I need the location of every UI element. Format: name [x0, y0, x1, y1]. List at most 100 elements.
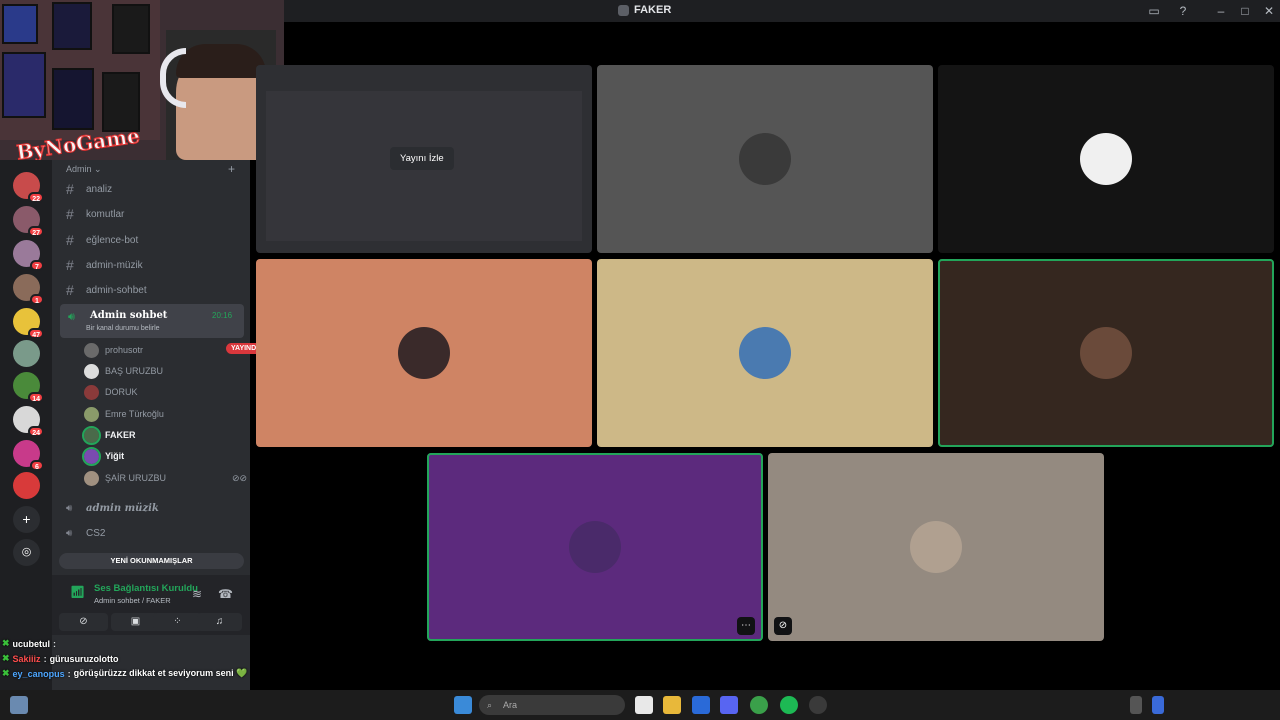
discover-icon[interactable]: ◎	[13, 539, 40, 566]
participant-tile[interactable]	[597, 259, 933, 447]
add-server-icon[interactable]: +	[13, 506, 40, 533]
stream-tile[interactable]: Yayını İzle	[256, 65, 592, 253]
help-icon[interactable]: ?	[1175, 3, 1191, 19]
voice-member[interactable]: BAŞ URUZBU	[84, 362, 244, 380]
unread-badge: 24	[28, 426, 44, 437]
avatar	[82, 425, 101, 445]
avatar	[84, 363, 99, 379]
participant-tile[interactable]	[256, 259, 592, 447]
store-icon[interactable]	[692, 696, 710, 714]
file-explorer-icon[interactable]	[663, 696, 681, 714]
more-options-icon[interactable]: ⋯	[737, 617, 755, 635]
app-icon	[618, 4, 629, 16]
participant-tile[interactable]	[938, 65, 1274, 253]
server-icon[interactable]: 27	[13, 206, 44, 237]
steam-icon[interactable]	[809, 696, 827, 714]
noise-suppression-icon[interactable]: ≋	[192, 587, 202, 601]
camera-button[interactable]: ⊘	[59, 613, 108, 631]
hash-icon: #	[66, 181, 74, 197]
activities-button[interactable]: ⁘	[153, 613, 202, 631]
server-icon[interactable]	[13, 340, 40, 367]
muted-deafened-icon: ⊘⊘	[232, 472, 248, 483]
voice-channel-active[interactable]: 🔊︎ Admin sohbet 20:16 Bir kanal durumu b…	[60, 304, 244, 338]
speaker-icon: 🔊︎	[66, 527, 73, 539]
channel-eglence-bot[interactable]: # eğlence-bot	[66, 230, 138, 250]
voice-channel-admin-muzik[interactable]: 🔊︎ admin müzik	[66, 498, 159, 518]
voice-member[interactable]: Emre Türkoğlu	[84, 405, 244, 423]
signal-icon: 📶︎	[70, 585, 86, 599]
chrome-icon[interactable]	[750, 696, 768, 714]
disconnect-icon[interactable]: ☎	[218, 587, 233, 601]
search-icon: ⌕	[487, 700, 493, 710]
server-icon[interactable]: 22	[13, 172, 44, 203]
voice-channel-cs2[interactable]: 🔊︎ CS2	[66, 523, 105, 543]
close-button[interactable]: ✕	[1261, 3, 1277, 19]
hash-icon: #	[66, 257, 74, 273]
server-icon[interactable]: 47	[13, 308, 44, 339]
hash-icon: #	[66, 206, 74, 222]
participant-tile[interactable]: ⋯	[427, 453, 763, 641]
voice-channel-name: Admin sohbet	[90, 310, 168, 321]
avatar	[84, 342, 99, 358]
participant-tile[interactable]	[938, 259, 1274, 447]
chat-line: ✖ ey_canopus: görüşürüzzz dikkat et seviyo…	[2, 668, 248, 679]
voice-channel-time: 20:16	[212, 311, 233, 320]
avatar	[1080, 133, 1132, 185]
avatar	[910, 521, 962, 573]
avatar	[739, 133, 791, 185]
voice-status[interactable]: Ses Bağlantısı Kuruldu	[94, 583, 198, 594]
search-box[interactable]: ⌕ Ara	[479, 695, 625, 715]
minimize-button[interactable]: –	[1213, 3, 1229, 19]
unread-badge: 27	[28, 226, 44, 237]
weather-icon[interactable]	[10, 696, 28, 714]
camera-off-icon[interactable]: ⊘	[774, 617, 792, 635]
task-view-icon[interactable]	[635, 696, 653, 714]
tray-icon[interactable]	[1130, 696, 1142, 714]
new-unreads-button[interactable]: YENİ OKUNMAMIŞLAR	[59, 553, 244, 569]
channel-status[interactable]: Bir kanal durumu belirle	[86, 325, 160, 332]
voice-member[interactable]: FAKER	[82, 425, 244, 445]
maximize-button[interactable]: □	[1237, 3, 1253, 19]
unread-badge: 47	[28, 328, 44, 339]
badge-icon: ✖	[2, 653, 10, 663]
server-icon[interactable]: 24	[13, 406, 44, 437]
speaker-icon: 🔊︎	[68, 311, 75, 323]
watch-stream-button[interactable]: Yayını İzle	[390, 147, 454, 170]
voice-member[interactable]: prohusotr YAYINDA	[84, 341, 267, 359]
taskbar: ⌕ Ara	[0, 690, 1280, 720]
channel-komutlar[interactable]: # komutlar	[66, 204, 124, 224]
server-icon[interactable]	[13, 472, 40, 499]
unread-badge: 22	[28, 192, 44, 203]
server-icon[interactable]: 7	[13, 240, 44, 271]
channel-admin-muzik[interactable]: # admin-müzik	[66, 255, 143, 275]
inbox-icon[interactable]: ▭	[1146, 3, 1162, 19]
channel-admin-sohbet[interactable]: # admin-sohbet	[66, 280, 147, 300]
category-header[interactable]: Admin ⌄	[66, 164, 102, 175]
mic-icon[interactable]	[1152, 696, 1164, 714]
voice-member[interactable]: Yiğit	[82, 446, 244, 466]
avatar	[739, 327, 791, 379]
soundboard-button[interactable]: ♫	[197, 613, 242, 631]
participant-tile[interactable]: ⊘	[768, 453, 1104, 641]
unread-badge: 14	[28, 392, 44, 403]
participant-tile[interactable]	[597, 65, 933, 253]
unread-badge: 6	[30, 460, 44, 471]
start-icon[interactable]	[454, 696, 472, 714]
avatar	[84, 470, 99, 486]
server-list: 22 27 7 1 47 14 24 6 + ◎	[0, 160, 52, 690]
avatar	[398, 327, 450, 379]
discord-icon[interactable]	[720, 696, 738, 714]
channel-analiz[interactable]: # analiz	[66, 179, 112, 199]
avatar	[569, 521, 621, 573]
add-channel-icon[interactable]: +	[228, 162, 235, 176]
voice-member[interactable]: ŞAİR URUZBU ⊘⊘	[84, 469, 248, 487]
voice-member[interactable]: DORUK	[84, 383, 244, 401]
wall-posters	[0, 0, 160, 140]
avatar	[84, 384, 99, 400]
server-icon[interactable]: 1	[13, 274, 44, 305]
streamer-hair	[176, 44, 266, 78]
chat-line: ✖ Sakiiiz: gürusuruzolotto	[2, 653, 119, 664]
server-icon[interactable]: 6	[13, 440, 44, 471]
server-icon[interactable]: 14	[13, 372, 44, 403]
spotify-icon[interactable]	[780, 696, 798, 714]
